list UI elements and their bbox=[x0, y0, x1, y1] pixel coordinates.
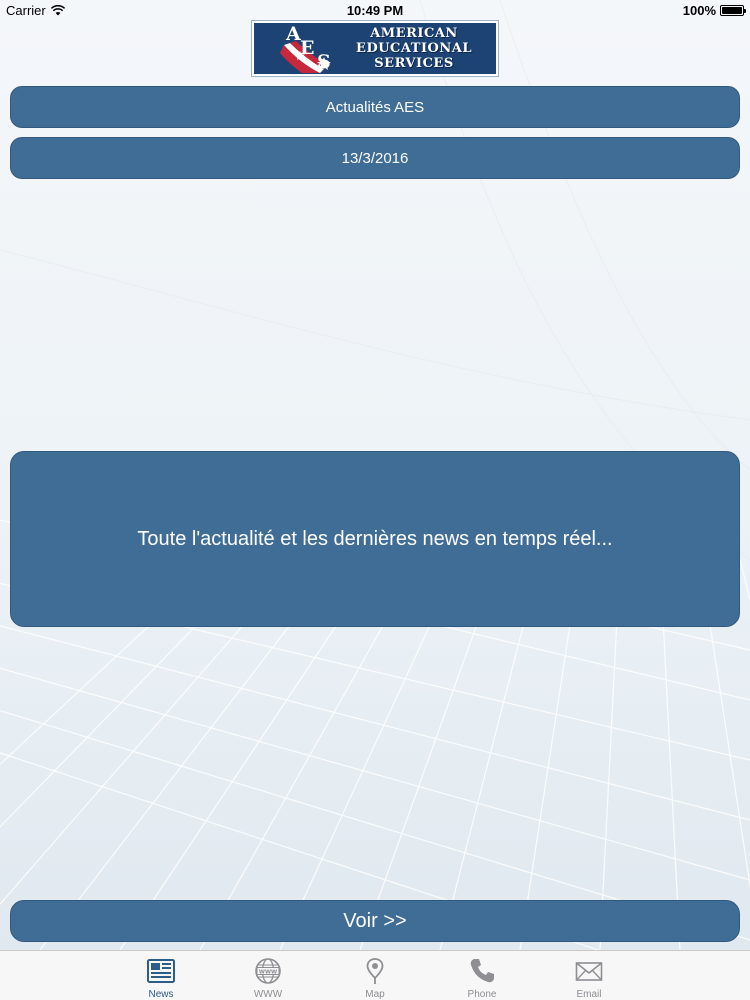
logo-monogram-a: A bbox=[285, 23, 301, 45]
phone-icon bbox=[470, 959, 494, 983]
map-pin-icon bbox=[366, 958, 384, 984]
clock: 10:49 PM bbox=[346, 3, 404, 18]
tab-bar: News WWW WWW Map Phone Email bbox=[0, 950, 750, 1000]
tab-email[interactable]: Email bbox=[564, 951, 614, 1000]
tab-label: WWW bbox=[253, 989, 283, 1000]
tab-map[interactable]: Map bbox=[350, 951, 400, 1000]
logo-line-services: SERVICES bbox=[374, 56, 454, 71]
logo-monogram-e: E bbox=[300, 37, 314, 59]
view-button[interactable]: Voir >> bbox=[10, 900, 740, 942]
news-description: Toute l'actualité et les dernières news … bbox=[10, 451, 740, 627]
logo-line-american: AMERICAN bbox=[370, 26, 458, 41]
battery-indicator: 100% bbox=[682, 3, 746, 18]
svg-text:WWW: WWW bbox=[259, 969, 277, 975]
news-title: Actualités AES bbox=[10, 86, 740, 128]
logo-wordmark: AMERICAN EDUCATIONAL SERVICES bbox=[338, 26, 490, 71]
newspaper-icon bbox=[147, 959, 175, 983]
logo-line-educational: EDUCATIONAL bbox=[356, 41, 472, 56]
flag-emblem-icon: A E S bbox=[280, 23, 331, 73]
status-bar: Carrier 10:49 PM 100% bbox=[0, 0, 750, 22]
tab-label: Map bbox=[365, 989, 385, 1000]
tab-news[interactable]: News bbox=[136, 951, 186, 1000]
envelope-icon bbox=[575, 962, 603, 981]
aes-logo: A E S AMERICAN EDUCATIONAL SERVICES bbox=[251, 20, 499, 77]
tab-phone[interactable]: Phone bbox=[457, 951, 507, 1000]
tab-www[interactable]: WWW WWW bbox=[243, 951, 293, 1000]
logo-monogram-s: S bbox=[317, 51, 331, 73]
tab-label: Email bbox=[576, 989, 602, 1000]
news-date: 13/3/2016 bbox=[10, 137, 740, 179]
tab-label: News bbox=[148, 989, 174, 1000]
tab-label: Phone bbox=[467, 989, 497, 1000]
battery-percent: 100% bbox=[682, 3, 716, 18]
globe-icon: WWW bbox=[255, 958, 281, 984]
battery-fill bbox=[722, 7, 742, 14]
battery-icon bbox=[720, 5, 746, 16]
